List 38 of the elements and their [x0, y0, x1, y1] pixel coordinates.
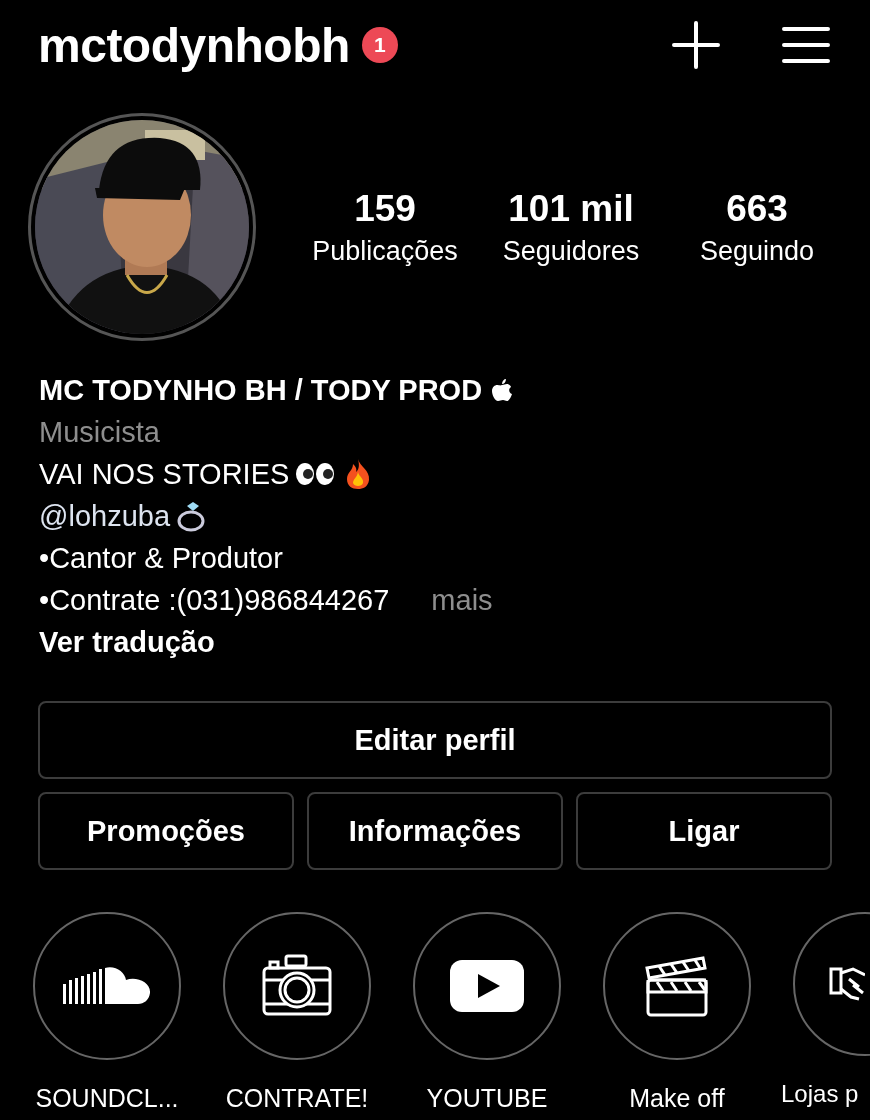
- profile-button[interactable]: Promoções: [38, 792, 294, 870]
- stat-count[interactable]: 663: [726, 187, 788, 230]
- translate-link[interactable]: Ver tradução: [39, 621, 870, 663]
- category-label: Musicista: [39, 415, 161, 450]
- clapper-icon: [645, 954, 709, 1018]
- stat-label[interactable]: Seguidores: [502, 235, 640, 267]
- story-highlight[interactable]: [223, 912, 371, 1060]
- stat-label[interactable]: Publicações: [312, 235, 458, 267]
- bio-text: •Contrate :(031)986844267: [39, 583, 390, 618]
- fire-icon: [345, 458, 372, 490]
- story-highlight[interactable]: [413, 912, 561, 1060]
- apple-icon: [492, 378, 513, 402]
- camera-icon: [262, 954, 332, 1018]
- notification-badge: 1: [361, 27, 398, 63]
- cloud-icon: [63, 966, 151, 1006]
- stat-label[interactable]: Seguindo: [699, 235, 815, 267]
- menu-icon[interactable]: [782, 26, 830, 64]
- stat-count[interactable]: 159: [354, 187, 416, 230]
- highlight-label[interactable]: YOUTUBE: [426, 1084, 548, 1113]
- profile-button[interactable]: Ligar: [576, 792, 832, 870]
- username: mctodynhobh: [38, 17, 350, 73]
- story-highlight[interactable]: [33, 912, 181, 1060]
- play-icon: [450, 960, 524, 1012]
- more-link[interactable]: mais: [431, 579, 493, 621]
- profile-name: MC TODYNHO BH / TODY PROD: [39, 373, 483, 408]
- mention-link[interactable]: @lohzuba: [39, 495, 171, 537]
- profile-button[interactable]: Informações: [307, 792, 563, 870]
- eyes-icon: [295, 462, 336, 486]
- stat-count[interactable]: 101 mil: [508, 187, 634, 230]
- highlight-label[interactable]: Lojas p: [781, 1080, 859, 1108]
- highlight-label[interactable]: CONTRATE!: [225, 1084, 369, 1113]
- story-highlight[interactable]: [603, 912, 751, 1060]
- profile-button[interactable]: Editar perfil: [38, 701, 832, 779]
- bio-text: VAI NOS STORIES: [39, 457, 290, 492]
- bio-text: •Cantor & Produtor: [39, 541, 283, 576]
- highlight-label[interactable]: SOUNDCL...: [35, 1084, 179, 1113]
- add-icon[interactable]: [672, 21, 720, 69]
- highlight-label[interactable]: Make off: [629, 1084, 725, 1113]
